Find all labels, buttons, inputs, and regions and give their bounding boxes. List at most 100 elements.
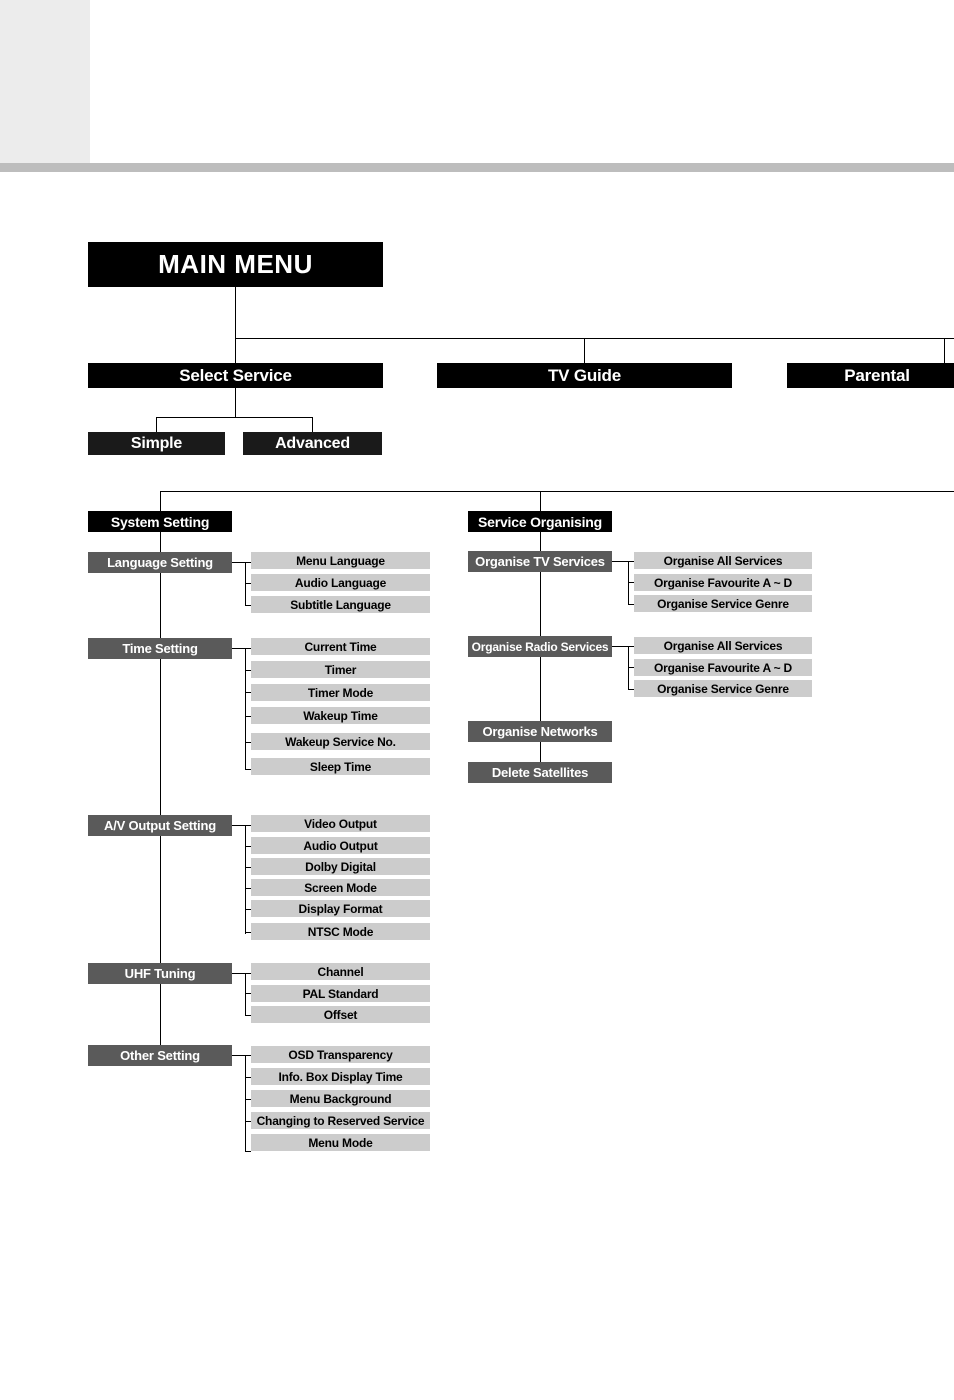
node-current-time[interactable]: Current Time [251, 638, 430, 655]
node-organise-tv-services-label: Organise TV Services [475, 554, 605, 569]
node-timer-mode[interactable]: Timer Mode [251, 684, 430, 701]
node-audio-output[interactable]: Audio Output [251, 837, 430, 854]
node-tv-organise-service-genre[interactable]: Organise Service Genre [634, 595, 812, 612]
node-system-setting-label: System Setting [110, 513, 210, 530]
node-screen-mode[interactable]: Screen Mode [251, 879, 430, 896]
node-uhf-tuning[interactable]: UHF Tuning [88, 963, 232, 984]
connector-drop-service-organising [540, 491, 541, 511]
node-screen-mode-label: Screen Mode [304, 880, 377, 895]
node-simple[interactable]: Simple [88, 432, 225, 455]
node-offset-label: Offset [323, 1007, 358, 1022]
node-organise-tv-services[interactable]: Organise TV Services [468, 551, 612, 572]
node-wakeup-service-no-label: Wakeup Service No. [285, 734, 396, 749]
connector-tick-menu-mode [245, 1151, 251, 1152]
node-advanced-label: Advanced [275, 434, 350, 452]
node-service-organising-label: Service Organising [477, 513, 602, 530]
node-offset[interactable]: Offset [251, 1006, 430, 1023]
connector-drop-parental [944, 338, 945, 363]
node-osd-transparency-label: OSD Transparency [288, 1047, 393, 1062]
node-pal-standard-label: PAL Standard [302, 986, 379, 1001]
node-pal-standard[interactable]: PAL Standard [251, 985, 430, 1002]
connector-drop-simple [156, 417, 157, 433]
node-language-setting[interactable]: Language Setting [88, 552, 232, 573]
node-menu-background-label: Menu Background [289, 1091, 392, 1106]
connector-drop-select-service [235, 338, 236, 363]
connector-other-setting-arm [232, 1055, 251, 1056]
connector-av-output-arm [232, 825, 251, 826]
node-info-box-display-time-label: Info. Box Display Time [278, 1069, 403, 1084]
node-main-menu[interactable]: MAIN MENU [88, 242, 383, 287]
node-timer-label: Timer [324, 662, 357, 677]
node-delete-satellites-label: Delete Satellites [491, 765, 589, 780]
node-av-output-setting-label: A/V Output Setting [104, 818, 216, 833]
node-changing-to-reserved-service[interactable]: Changing to Reserved Service [251, 1112, 430, 1129]
node-other-setting-label: Other Setting [120, 1048, 200, 1063]
node-sleep-time[interactable]: Sleep Time [251, 758, 430, 775]
node-delete-satellites[interactable]: Delete Satellites [468, 762, 612, 783]
node-changing-to-reserved-service-label: Changing to Reserved Service [256, 1113, 425, 1128]
node-info-box-display-time[interactable]: Info. Box Display Time [251, 1068, 430, 1085]
node-wakeup-time[interactable]: Wakeup Time [251, 707, 430, 724]
node-advanced[interactable]: Advanced [243, 432, 382, 455]
node-display-format[interactable]: Display Format [251, 900, 430, 917]
node-ntsc-mode[interactable]: NTSC Mode [251, 923, 430, 940]
node-menu-mode[interactable]: Menu Mode [251, 1134, 430, 1151]
connector-select-service-bus [156, 417, 313, 418]
node-radio-organise-all-services[interactable]: Organise All Services [634, 637, 812, 654]
node-parental[interactable]: Parental [787, 363, 954, 388]
node-dolby-digital[interactable]: Dolby Digital [251, 858, 430, 875]
node-radio-organise-favourite[interactable]: Organise Favourite A ~ D [634, 659, 812, 676]
connector-drop-tv-guide [584, 338, 585, 363]
node-menu-background[interactable]: Menu Background [251, 1090, 430, 1107]
node-ntsc-mode-label: NTSC Mode [307, 924, 374, 939]
node-video-output[interactable]: Video Output [251, 815, 430, 832]
node-radio-organise-service-genre[interactable]: Organise Service Genre [634, 680, 812, 697]
connector-other-setting-spine [245, 1055, 246, 1152]
node-audio-language[interactable]: Audio Language [251, 574, 430, 591]
node-service-organising[interactable]: Service Organising [468, 511, 612, 532]
node-timer-mode-label: Timer Mode [307, 685, 374, 700]
node-radio-organise-service-genre-label: Organise Service Genre [657, 681, 789, 696]
node-tv-organise-all-services[interactable]: Organise All Services [634, 552, 812, 569]
node-av-output-setting[interactable]: A/V Output Setting [88, 815, 232, 836]
node-organise-networks[interactable]: Organise Networks [468, 721, 612, 742]
node-tv-organise-all-services-label: Organise All Services [663, 553, 783, 568]
connector-root-stem [235, 287, 236, 338]
node-menu-mode-label: Menu Mode [308, 1135, 373, 1150]
node-tv-organise-service-genre-label: Organise Service Genre [657, 596, 789, 611]
node-tv-guide[interactable]: TV Guide [437, 363, 732, 388]
connector-organise-tv-arm [612, 561, 634, 562]
node-channel[interactable]: Channel [251, 963, 430, 980]
node-time-setting[interactable]: Time Setting [88, 638, 232, 659]
node-subtitle-language[interactable]: Subtitle Language [251, 596, 430, 613]
node-timer[interactable]: Timer [251, 661, 430, 678]
node-select-service[interactable]: Select Service [88, 363, 383, 388]
node-organise-radio-services-label: Organise Radio Services [471, 639, 609, 654]
node-other-setting[interactable]: Other Setting [88, 1045, 232, 1066]
header-divider-rule [0, 163, 954, 172]
connector-uhf-tuning-spine [245, 973, 246, 1016]
node-osd-transparency[interactable]: OSD Transparency [251, 1046, 430, 1063]
node-subtitle-language-label: Subtitle Language [290, 597, 391, 612]
node-display-format-label: Display Format [298, 901, 383, 916]
node-main-menu-label: MAIN MENU [158, 249, 313, 279]
node-system-setting[interactable]: System Setting [88, 511, 232, 532]
connector-select-service-stem [235, 388, 236, 417]
node-wakeup-service-no[interactable]: Wakeup Service No. [251, 733, 430, 750]
connector-av-output-spine [245, 825, 246, 934]
node-dolby-digital-label: Dolby Digital [305, 859, 376, 874]
node-time-setting-label: Time Setting [122, 641, 198, 656]
node-video-output-label: Video Output [304, 816, 377, 831]
node-sleep-time-label: Sleep Time [309, 759, 372, 774]
node-parental-label: Parental [844, 365, 910, 385]
node-simple-label: Simple [130, 434, 183, 452]
node-tv-organise-favourite[interactable]: Organise Favourite A ~ D [634, 574, 812, 591]
header-corner-block [0, 0, 90, 163]
connector-language-setting-arm [232, 562, 251, 563]
node-menu-language[interactable]: Menu Language [251, 552, 430, 569]
connector-drop-system-setting [160, 491, 161, 511]
menu-map-page: MAIN MENU Select Service TV Guide Parent… [0, 0, 954, 1400]
node-organise-radio-services[interactable]: Organise Radio Services [468, 636, 612, 657]
node-select-service-label: Select Service [179, 365, 292, 385]
connector-time-setting-spine [245, 648, 246, 770]
